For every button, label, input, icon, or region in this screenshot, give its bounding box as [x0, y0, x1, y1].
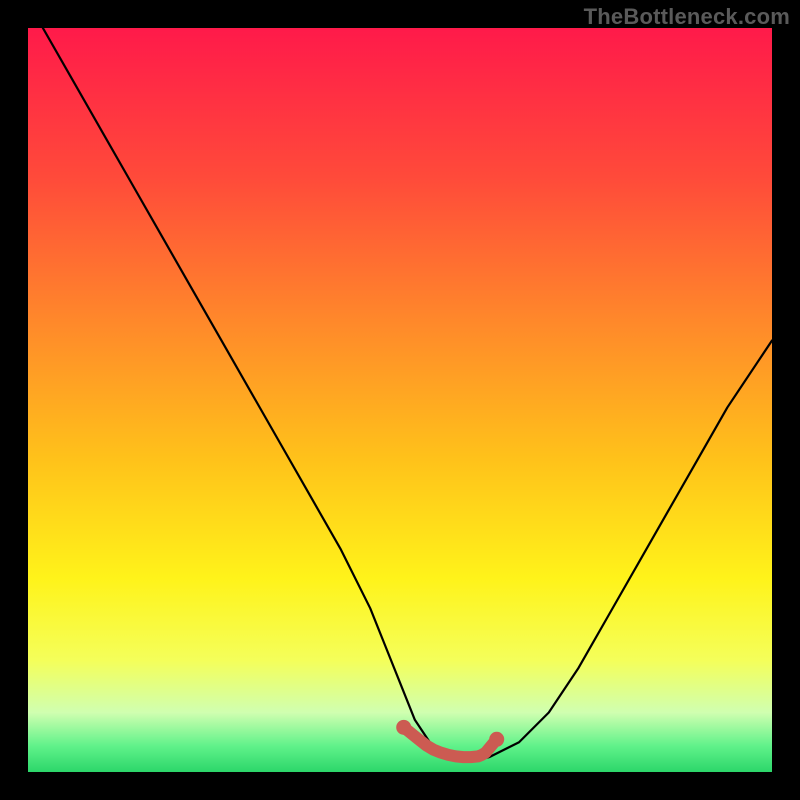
optimal-zone-endpoint	[396, 720, 411, 735]
chart-svg	[28, 28, 772, 772]
watermark-text: TheBottleneck.com	[584, 4, 790, 30]
chart-frame: TheBottleneck.com	[0, 0, 800, 800]
plot-area	[28, 28, 772, 772]
optimal-zone-endpoint	[489, 732, 504, 747]
gradient-background	[28, 28, 772, 772]
